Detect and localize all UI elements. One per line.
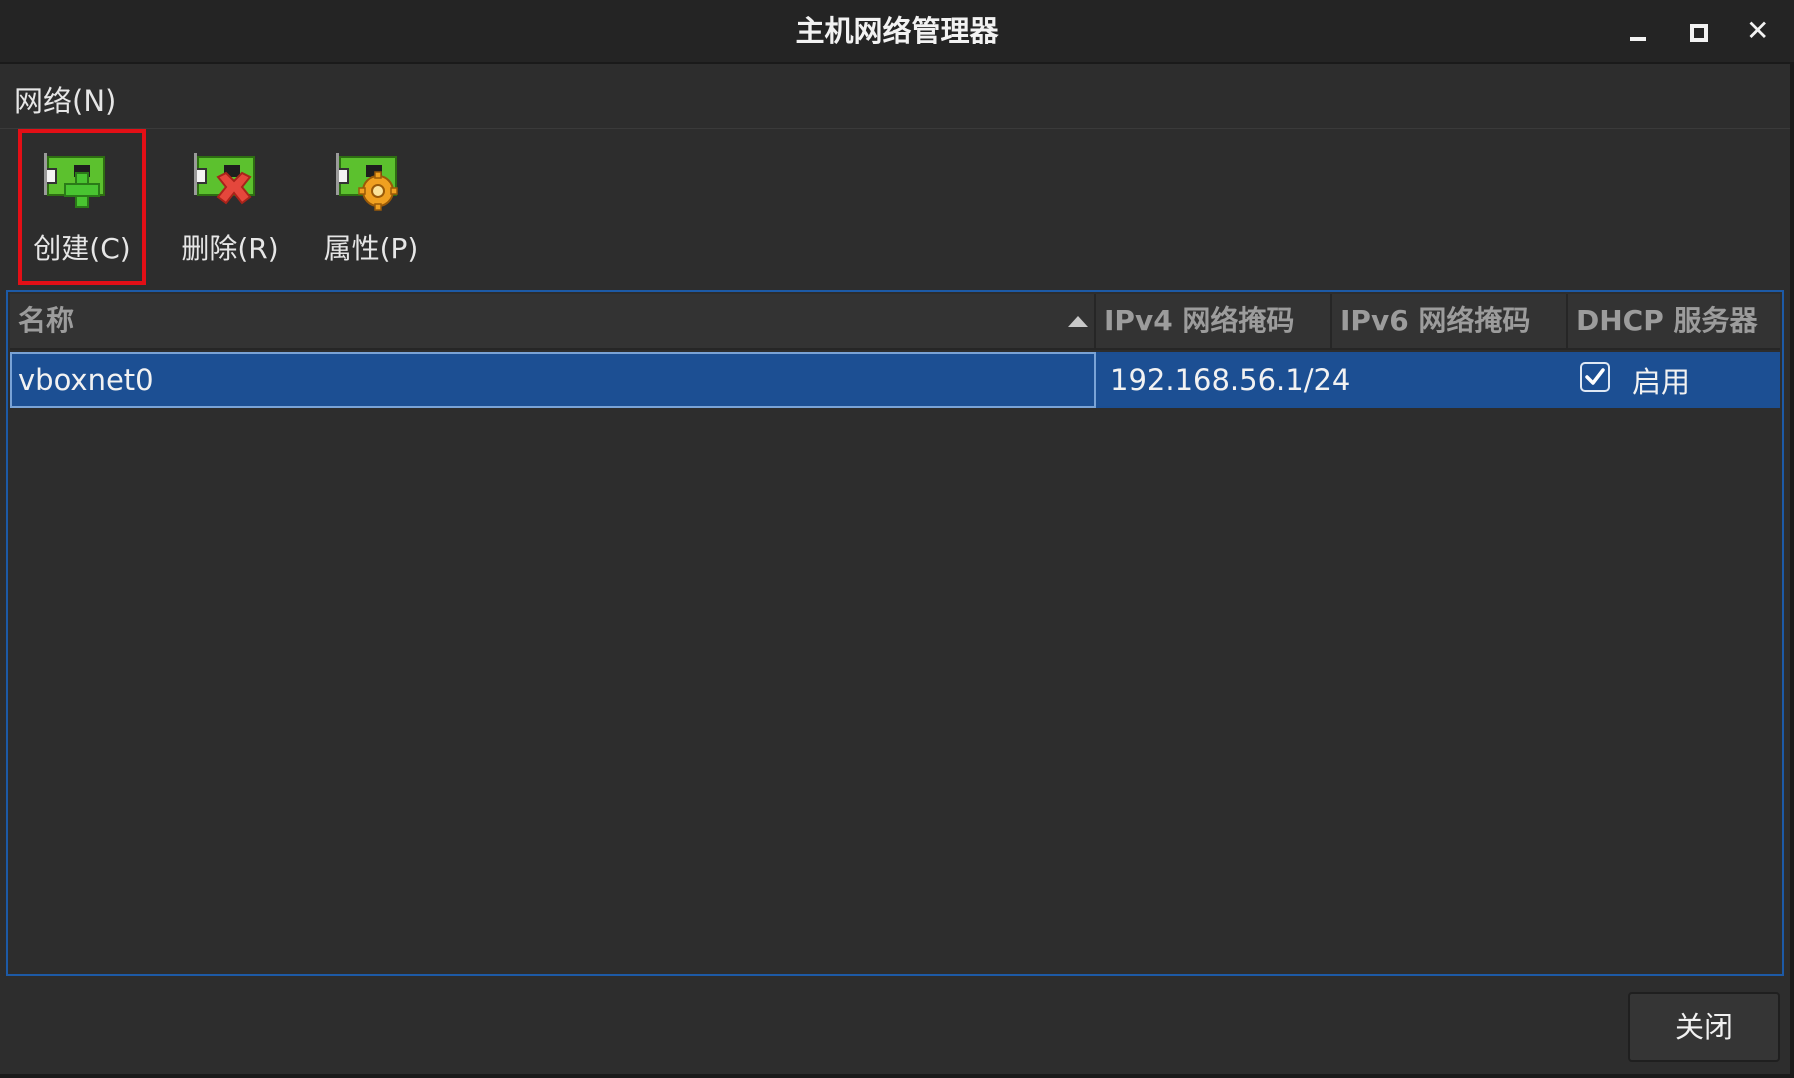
sort-ascending-icon <box>1068 316 1088 327</box>
column-header-name-label: 名称 <box>18 304 75 337</box>
close-button[interactable]: 关闭 <box>1628 992 1780 1062</box>
dhcp-enabled-checkbox[interactable] <box>1580 362 1610 392</box>
create-button[interactable]: 创建(C) <box>18 129 146 285</box>
column-header-dhcp[interactable]: DHCP 服务器 <box>1568 294 1780 348</box>
maximize-button[interactable] <box>1678 12 1718 52</box>
menu-bar: 网络(N) <box>0 64 1794 129</box>
minimize-icon <box>1630 37 1646 41</box>
table-row[interactable]: vboxnet0 192.168.56.1/24 启用 <box>10 352 1780 408</box>
close-icon: ✕ <box>1746 14 1770 47</box>
column-header-ipv6[interactable]: IPv6 网络掩码 <box>1332 294 1568 348</box>
maximize-icon <box>1690 24 1708 42</box>
network-remove-icon <box>194 153 255 205</box>
network-add-icon <box>44 153 105 208</box>
delete-button[interactable]: 删除(R) <box>172 129 288 285</box>
table-header: 名称 IPv4 网络掩码 IPv6 网络掩码 DHCP 服务器 <box>10 294 1780 350</box>
title-bar: 主机网络管理器 ✕ <box>0 0 1794 64</box>
toolbar: 创建(C) 删除(R) 属性(P) <box>0 129 1794 287</box>
dhcp-status-label: 启用 <box>1632 365 1691 399</box>
properties-label: 属性(P) <box>323 232 419 265</box>
close-window-button[interactable]: ✕ <box>1738 12 1778 52</box>
window-border-bottom <box>0 1074 1794 1078</box>
row-name: vboxnet0 <box>10 352 1096 408</box>
column-header-name[interactable]: 名称 <box>10 294 1096 348</box>
checkmark-icon <box>1585 368 1605 385</box>
row-ipv4: 192.168.56.1/24 <box>1110 363 1351 397</box>
menu-network[interactable]: 网络(N) <box>14 78 116 120</box>
window-border-right <box>1790 62 1794 1078</box>
host-network-manager-window: 主机网络管理器 ✕ 网络(N) 创建(C) 删除(R) 属性(P) 名称 IPv… <box>0 0 1794 1078</box>
window-title: 主机网络管理器 <box>795 14 999 48</box>
network-table: 名称 IPv4 网络掩码 IPv6 网络掩码 DHCP 服务器 vboxnet0… <box>6 290 1784 976</box>
minimize-button[interactable] <box>1618 12 1658 52</box>
properties-button[interactable]: 属性(P) <box>312 129 430 285</box>
column-header-ipv4[interactable]: IPv4 网络掩码 <box>1096 294 1332 348</box>
row-ipv6 <box>1340 352 1576 408</box>
network-settings-icon <box>336 153 398 211</box>
create-label: 创建(C) <box>33 232 131 265</box>
row-dhcp: 启用 <box>1576 352 1780 408</box>
delete-label: 删除(R) <box>181 232 279 265</box>
